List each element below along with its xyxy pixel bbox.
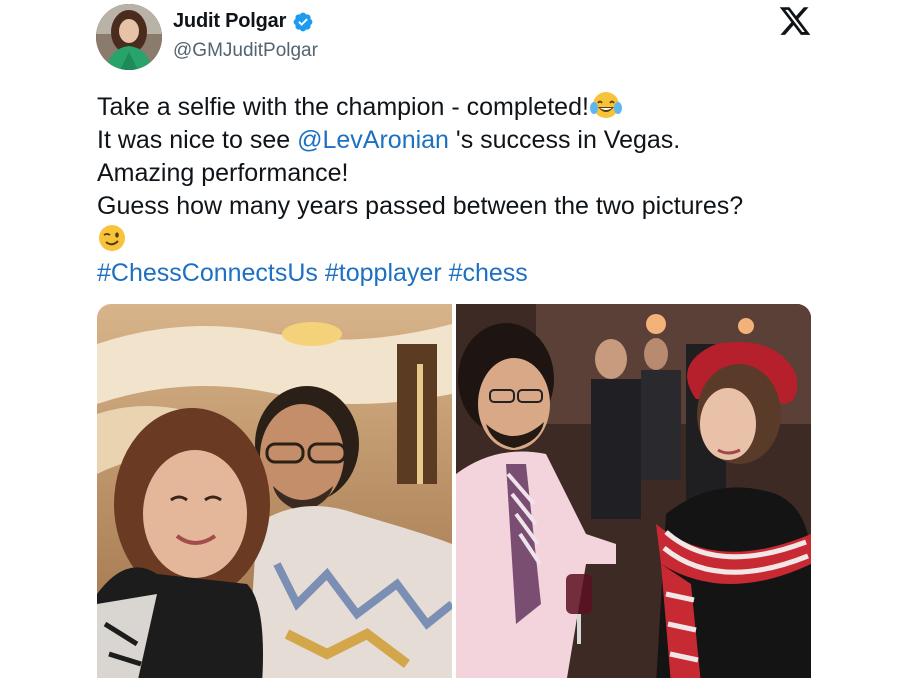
mention-levaronian[interactable]: @LevAronian [297, 126, 449, 154]
tweet-text: Take a selfie with the champion - comple… [97, 90, 857, 290]
author-handle[interactable]: @GMJuditPolgar [173, 40, 318, 62]
tweet-line-3: Amazing performance! [97, 159, 349, 187]
tweet-line-2: It was nice to see @LevAronian 's succes… [97, 124, 857, 157]
author-avatar[interactable] [96, 4, 162, 70]
winking-face-emoji-icon [99, 225, 125, 251]
hashtag-chessconnectsus[interactable]: #ChessConnectsUs [97, 259, 318, 287]
tweet-card: Judit Polgar @GMJuditPolgar Take a selfi… [0, 0, 910, 678]
author-name-row[interactable]: Judit Polgar [173, 10, 314, 33]
tears-of-joy-emoji-icon [589, 92, 622, 118]
x-logo-icon[interactable] [778, 4, 812, 38]
tweet-line-2-prefix: It was nice to see [97, 126, 298, 154]
hashtag-chess[interactable]: #chess [449, 259, 528, 287]
tweet-line-5 [97, 223, 857, 257]
tweet-line-1: Take a selfie with the champion - comple… [97, 90, 857, 124]
tweet-line-2-rest: 's success in Vegas. [448, 126, 681, 154]
hashtag-topplayer[interactable]: #topplayer [325, 259, 442, 287]
author-display-name[interactable]: Judit Polgar [173, 10, 286, 33]
selfie-photo-vegas[interactable] [97, 304, 452, 678]
tweet-line-1-text: Take a selfie with the champion - comple… [97, 93, 589, 121]
avatar-photo-icon [96, 4, 162, 70]
tweet-line-4: Guess how many years passed between the … [97, 192, 744, 220]
tweet-media [97, 304, 811, 678]
tweet-hashtags: #ChessConnectsUs #topplayer #chess [97, 257, 857, 290]
verified-badge-icon [293, 12, 313, 31]
older-event-photo[interactable] [456, 304, 811, 678]
selfie-photo-image [97, 304, 452, 678]
older-event-photo-image [456, 304, 811, 678]
